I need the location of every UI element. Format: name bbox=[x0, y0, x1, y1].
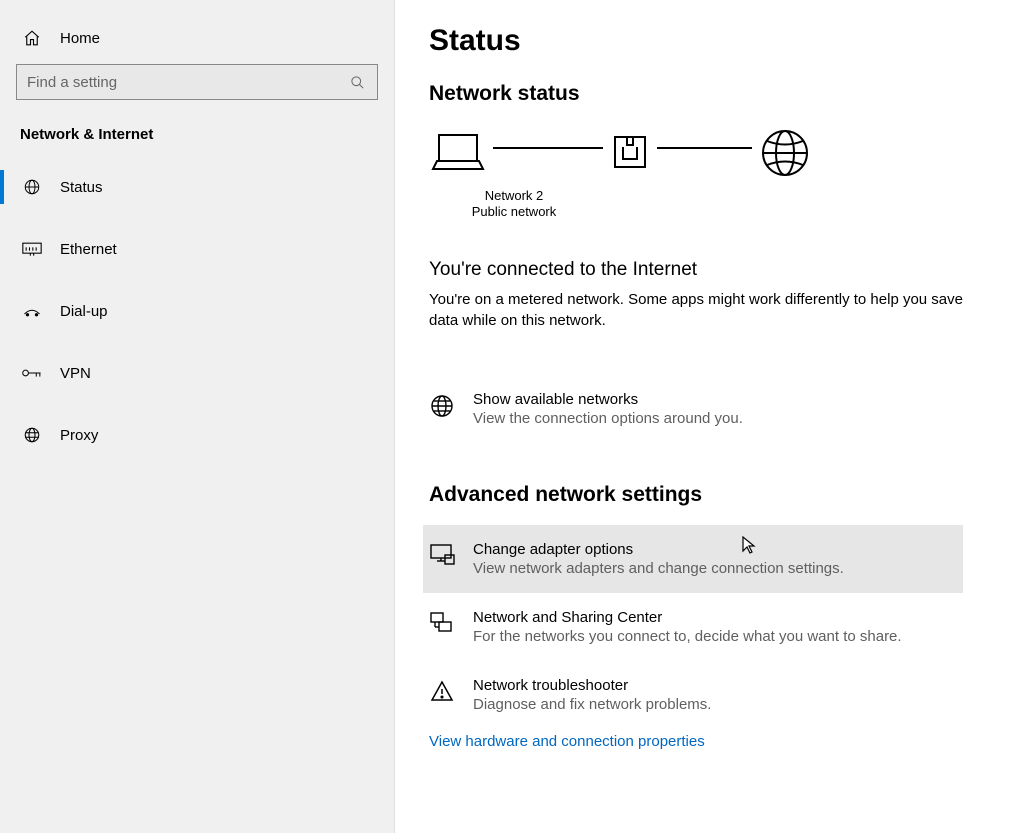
section-heading: Network & Internet bbox=[0, 120, 394, 165]
diagram-line bbox=[657, 147, 752, 149]
view-hardware-link[interactable]: View hardware and connection properties bbox=[429, 733, 987, 750]
sidebar-item-label: Proxy bbox=[60, 427, 98, 444]
network-labels: Network 2 Public network bbox=[395, 188, 749, 219]
troubleshooter-button[interactable]: Network troubleshooter Diagnose and fix … bbox=[423, 661, 987, 729]
globe-icon bbox=[22, 177, 42, 197]
adv-desc: View network adapters and change connect… bbox=[473, 560, 951, 577]
show-networks-button[interactable]: Show available networks View the connect… bbox=[429, 379, 987, 439]
network-name: Network 2 bbox=[395, 188, 749, 203]
proxy-icon bbox=[22, 425, 42, 445]
sidebar: Home Network & Internet Status Ethernet bbox=[0, 0, 395, 833]
sidebar-item-dialup[interactable]: Dial-up bbox=[0, 289, 394, 333]
router-icon bbox=[611, 133, 649, 173]
search-input[interactable] bbox=[27, 74, 347, 91]
adv-desc: Diagnose and fix network problems. bbox=[473, 696, 975, 713]
sidebar-item-ethernet[interactable]: Ethernet bbox=[0, 227, 394, 271]
connected-heading: You're connected to the Internet bbox=[429, 259, 987, 281]
sidebar-item-proxy[interactable]: Proxy bbox=[0, 413, 394, 457]
show-networks-desc: View the connection options around you. bbox=[473, 410, 987, 427]
status-heading: Network status bbox=[429, 82, 987, 106]
sidebar-item-label: Dial-up bbox=[60, 303, 108, 320]
home-label: Home bbox=[60, 30, 100, 47]
change-adapter-button[interactable]: Change adapter options View network adap… bbox=[423, 525, 963, 593]
adv-title: Change adapter options bbox=[473, 541, 951, 558]
sidebar-item-label: VPN bbox=[60, 365, 91, 382]
ethernet-icon bbox=[22, 239, 42, 259]
sidebar-item-label: Status bbox=[60, 179, 103, 196]
vpn-icon bbox=[22, 363, 42, 383]
connected-desc: You're on a metered network. Some apps m… bbox=[429, 289, 987, 331]
sidebar-item-vpn[interactable]: VPN bbox=[0, 351, 394, 395]
main-content: Status Network status Network 2 Public n… bbox=[395, 0, 1017, 833]
network-diagram bbox=[431, 128, 987, 178]
search-icon bbox=[347, 72, 367, 92]
adv-desc: For the networks you connect to, decide … bbox=[473, 628, 975, 645]
home-icon bbox=[22, 28, 42, 48]
sidebar-item-status[interactable]: Status bbox=[0, 165, 394, 209]
show-networks-title: Show available networks bbox=[473, 391, 987, 408]
laptop-icon bbox=[431, 131, 485, 175]
advanced-heading: Advanced network settings bbox=[429, 483, 987, 507]
dialup-icon bbox=[22, 301, 42, 321]
diagram-line bbox=[493, 147, 603, 149]
globe-large-icon bbox=[760, 128, 810, 178]
sharing-icon bbox=[429, 610, 455, 636]
globe-icon bbox=[429, 393, 455, 419]
home-button[interactable]: Home bbox=[0, 20, 394, 64]
adv-title: Network and Sharing Center bbox=[473, 609, 975, 626]
adapter-icon bbox=[429, 542, 455, 568]
page-title: Status bbox=[429, 24, 987, 58]
search-container bbox=[0, 64, 394, 120]
sidebar-item-label: Ethernet bbox=[60, 241, 117, 258]
adv-title: Network troubleshooter bbox=[473, 677, 975, 694]
sharing-center-button[interactable]: Network and Sharing Center For the netwo… bbox=[423, 593, 987, 661]
search-box[interactable] bbox=[16, 64, 378, 100]
network-type: Public network bbox=[395, 204, 749, 219]
warning-icon bbox=[429, 678, 455, 704]
